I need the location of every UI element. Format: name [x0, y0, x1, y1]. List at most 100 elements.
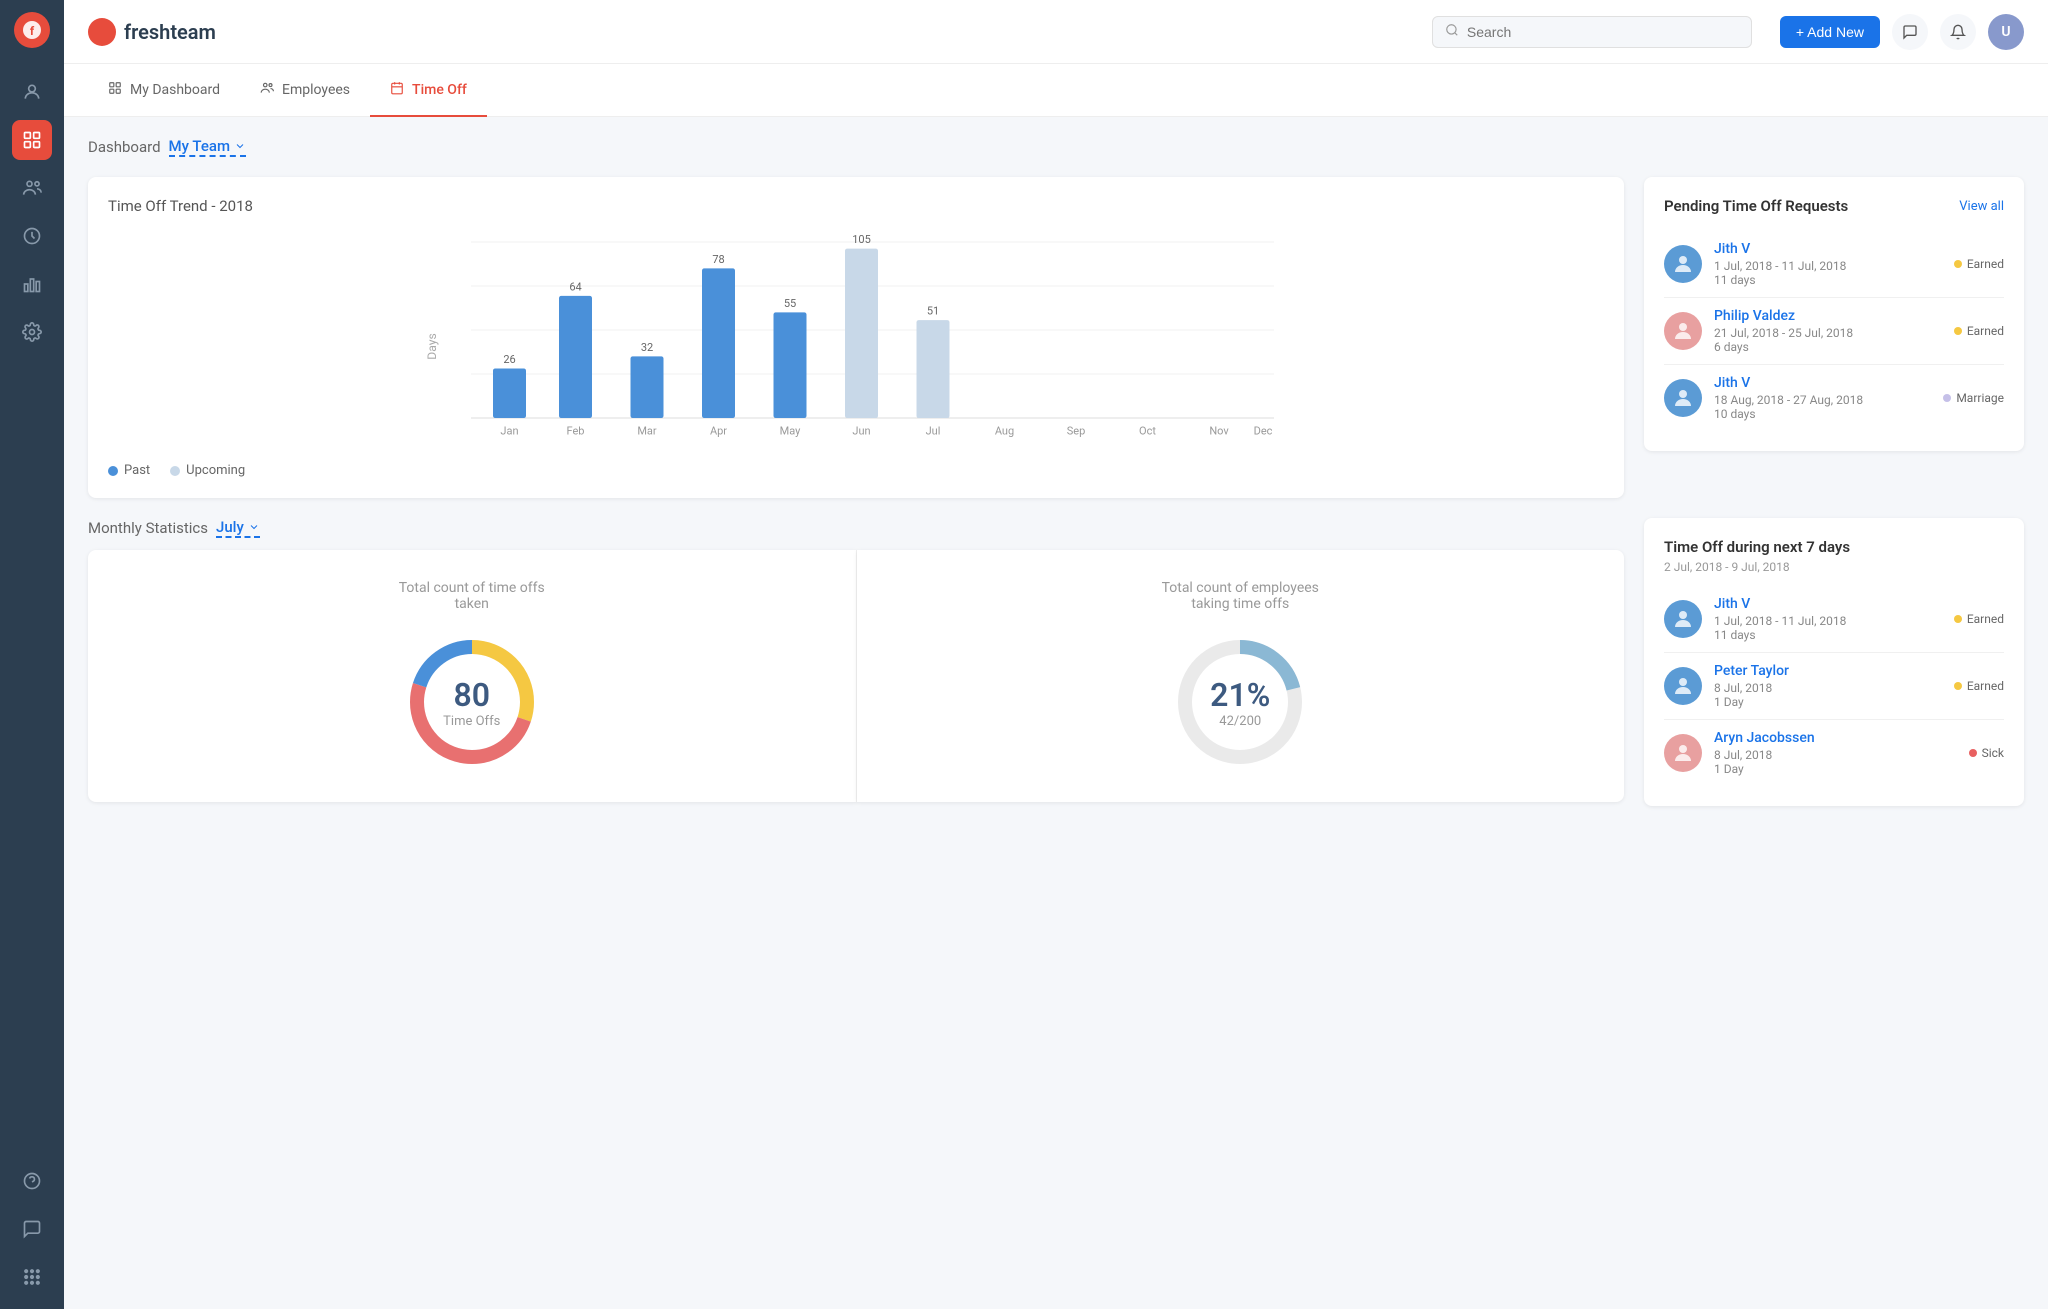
sidebar-item-chat[interactable]: [12, 1209, 52, 1249]
month-selector[interactable]: July: [216, 518, 260, 538]
req-badge-1: Earned: [1954, 324, 2004, 338]
donut-employees-wrap: 21% 42/200: [1170, 632, 1310, 772]
badge-label-2: Marriage: [1956, 391, 2004, 405]
tab-timeoff[interactable]: Time Off: [370, 65, 487, 117]
top-row: Time Off Trend - 2018 Days: [88, 177, 2024, 498]
badge-dot-1: [1954, 327, 1962, 335]
user-avatar[interactable]: U: [1988, 14, 2024, 50]
req-info-0: Jith V 1 Jul, 2018 - 11 Jul, 2018 11 day…: [1714, 241, 1942, 287]
next7-avatar-2: [1664, 734, 1702, 772]
sidebar-item-settings[interactable]: [12, 312, 52, 352]
req-avatar-0: [1664, 245, 1702, 283]
topbar-actions: + Add New U: [1780, 14, 2024, 50]
chart-section: Time Off Trend - 2018 Days: [88, 177, 1624, 498]
search-icon: [1445, 23, 1459, 41]
next7-item-0: Jith V 1 Jul, 2018 - 11 Jul, 2018 11 day…: [1664, 586, 2004, 653]
next7days-card: Time Off during next 7 days 2 Jul, 2018 …: [1644, 518, 2024, 806]
team-selector[interactable]: My Team: [169, 137, 246, 157]
donut-timeoffs-wrap: 80 Time Offs: [402, 632, 542, 772]
chart-area: Days 26 Jan: [108, 231, 1604, 451]
bar-may: [774, 312, 807, 418]
svg-text:Jun: Jun: [852, 425, 870, 438]
tab-employees-label: Employees: [282, 82, 350, 98]
sidebar-item-user[interactable]: [12, 72, 52, 112]
req-days-0: 11 days: [1714, 273, 1942, 287]
tab-timeoff-label: Time Off: [412, 82, 467, 98]
legend-upcoming-dot: [170, 466, 180, 476]
next7-info-0: Jith V 1 Jul, 2018 - 11 Jul, 2018 11 day…: [1714, 596, 1942, 642]
svg-text:64: 64: [569, 280, 581, 293]
page-content: Dashboard My Team Time Off Trend - 2018 …: [64, 117, 2048, 1309]
stat-employees-label: Total count of employeestaking time offs: [1162, 580, 1319, 612]
req-days-2: 10 days: [1714, 407, 1931, 421]
donut-employees-center: 21% 42/200: [1210, 676, 1270, 729]
sidebar: f: [0, 0, 64, 1309]
next7-name-0[interactable]: Jith V: [1714, 596, 1942, 612]
tab-dashboard[interactable]: My Dashboard: [88, 65, 240, 117]
req-info-1: Philip Valdez 21 Jul, 2018 - 25 Jul, 201…: [1714, 308, 1942, 354]
next7-name-1[interactable]: Peter Taylor: [1714, 663, 1942, 679]
legend-past-dot: [108, 466, 118, 476]
notifications-chat-button[interactable]: [1892, 14, 1928, 50]
tab-dashboard-label: My Dashboard: [130, 82, 220, 98]
next7-avatar-1: [1664, 667, 1702, 705]
req-name-1[interactable]: Philip Valdez: [1714, 308, 1942, 324]
app-logo[interactable]: f: [14, 12, 50, 48]
stats-grid: Total count of time offstaken: [88, 550, 1624, 802]
stat-total-timeoffs: Total count of time offstaken: [88, 550, 857, 802]
chart-title: Time Off Trend - 2018: [108, 197, 1604, 215]
next7-badge-dot-2: [1969, 749, 1977, 757]
tab-employees[interactable]: Employees: [240, 65, 370, 117]
req-days-1: 6 days: [1714, 340, 1942, 354]
svg-text:Jan: Jan: [500, 425, 518, 438]
brand-name: freshteam: [124, 20, 216, 44]
sidebar-item-apps[interactable]: [12, 1257, 52, 1297]
bar-jan: [493, 369, 526, 419]
svg-text:32: 32: [641, 341, 653, 354]
search-input[interactable]: [1467, 24, 1667, 40]
req-name-0[interactable]: Jith V: [1714, 241, 1942, 257]
next7-avatar-0: [1664, 600, 1702, 638]
req-badge-2: Marriage: [1943, 391, 2004, 405]
next7-days-1: 1 Day: [1714, 695, 1942, 709]
calendar-icon: [390, 81, 404, 99]
bottom-row: Monthly Statistics July Total count of t…: [88, 518, 2024, 806]
sidebar-item-time[interactable]: [12, 216, 52, 256]
brand-logo: freshteam: [88, 18, 216, 46]
next7-name-2[interactable]: Aryn Jacobssen: [1714, 730, 1957, 746]
search-wrapper[interactable]: [1432, 16, 1752, 48]
next7-item-1: Peter Taylor 8 Jul, 2018 1 Day Earned: [1664, 653, 2004, 720]
legend-past: Past: [108, 463, 150, 478]
next7-days-2: 1 Day: [1714, 762, 1957, 776]
req-dates-2: 18 Aug, 2018 - 27 Aug, 2018: [1714, 393, 1931, 407]
legend-upcoming: Upcoming: [170, 463, 245, 478]
sidebar-item-chart[interactable]: [12, 264, 52, 304]
donut-timeoffs-center: 80 Time Offs: [443, 676, 500, 729]
donut-sub-timeoffs: Time Offs: [443, 714, 500, 729]
pending-request-item-1: Philip Valdez 21 Jul, 2018 - 25 Jul, 201…: [1664, 298, 2004, 365]
bar-jul: [917, 320, 950, 418]
bar-chart-svg: Days 26 Jan: [108, 231, 1604, 451]
pending-header: Pending Time Off Requests View all: [1664, 197, 2004, 215]
badge-label-0: Earned: [1967, 257, 2004, 271]
view-all-button[interactable]: View all: [1959, 199, 2004, 214]
next7-item-2: Aryn Jacobssen 8 Jul, 2018 1 Day Sick: [1664, 720, 2004, 786]
main-content: freshteam + Add New U: [64, 0, 2048, 1309]
pending-requests-section: Pending Time Off Requests View all Jith …: [1644, 177, 2024, 498]
grid-icon: [108, 81, 122, 99]
nav-tabs: My Dashboard Employees Time Off: [64, 64, 2048, 117]
sidebar-item-people[interactable]: [12, 168, 52, 208]
legend-past-label: Past: [124, 463, 150, 478]
svg-text:78: 78: [712, 253, 724, 266]
req-name-2[interactable]: Jith V: [1714, 375, 1931, 391]
svg-text:May: May: [780, 425, 802, 438]
next7-badge-label-2: Sick: [1982, 746, 2004, 760]
req-info-2: Jith V 18 Aug, 2018 - 27 Aug, 2018 10 da…: [1714, 375, 1931, 421]
add-new-button[interactable]: + Add New: [1780, 16, 1880, 48]
bar-jun: [845, 249, 878, 418]
sidebar-item-dashboard[interactable]: [12, 120, 52, 160]
notifications-bell-button[interactable]: [1940, 14, 1976, 50]
next7-badge-1: Earned: [1954, 679, 2004, 693]
search-area: [1432, 16, 1752, 48]
sidebar-item-help[interactable]: [12, 1161, 52, 1201]
